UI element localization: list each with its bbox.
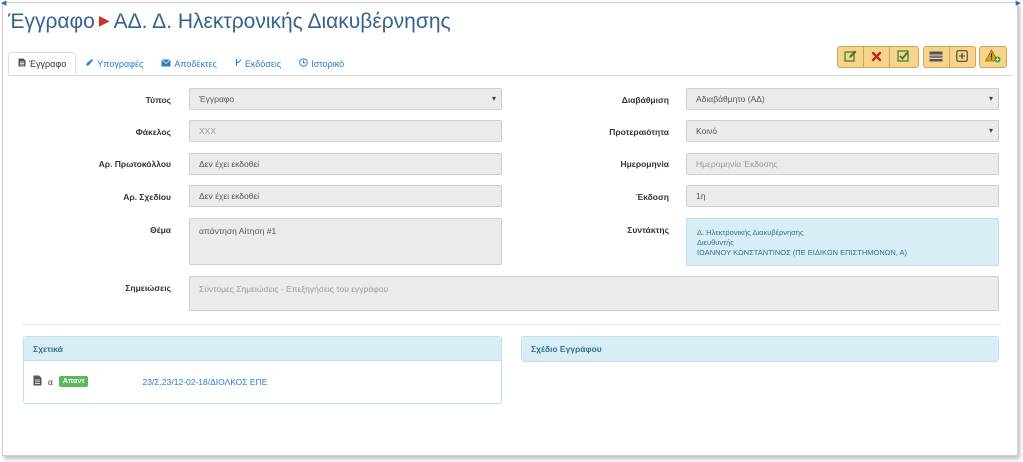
edit-button[interactable] [838,47,864,67]
delete-icon [871,51,882,64]
notes-placeholder: Σύντομες Σημειώσεις - Επεξηγήσεις του εγ… [199,284,389,294]
protocol-number-field[interactable]: Δεν έχει εκδοθεί [189,153,502,175]
section-divider [22,324,1001,325]
date-input[interactable]: Ημερομηνία Έκδοσης [686,153,999,175]
author-name: ΙΩΑΝΝΟΥ ΚΩΝΣΤΑΝΤΙΝΟΣ (ΠΕ ΕΙΔΙΚΩΝ ΕΠΙΣΤΗΜ… [697,248,908,257]
author-unit: Δ. Ηλεκτρονικής Διακυβέρνησης [697,228,804,237]
add-warning-button[interactable] [980,47,1006,67]
toolbar-group-warning [979,46,1007,68]
tab-label: Αποδέκτες [174,58,217,69]
version-value: 1η [696,191,706,201]
tab-signatures[interactable]: Υπογραφές [76,52,152,75]
tab-label: Ιστορικό [311,58,345,69]
draft-number-label: Αρ. Σχεδίου [123,192,171,202]
tab-bar: Έγγραφο Υπογραφές Αποδέκτες Εκδόσεις Ιστ… [8,52,353,75]
expand-button[interactable] [950,47,975,67]
tab-recipients[interactable]: Αποδέκτες [152,52,226,75]
delete-button[interactable] [864,47,890,67]
tab-history[interactable]: Ιστορικό [290,52,353,75]
author-box: Δ. Ηλεκτρονικής Διακυβέρνησης Διευθυντής… [686,218,999,266]
folder-input[interactable]: XXX [189,120,502,142]
type-select[interactable]: Έγγραφο [189,88,502,110]
file-icon [18,58,26,69]
caret-right-icon: ▶ [98,12,110,28]
draft-number-value: Δεν έχει εκδοθεί [199,191,260,201]
classification-label: Διαβάθμιση [621,95,669,105]
version-field[interactable]: 1η [686,185,999,207]
warning-add-icon [984,49,1001,65]
priority-label: Προτεραιότητα [609,127,669,137]
edit-icon [844,50,857,64]
related-panel-title: Σχετικά [24,337,501,361]
subject-textarea[interactable]: απάντηση Αίτηση #1 [189,218,502,265]
tab-label: Έγγραφο [29,58,67,69]
version-label: Έκδοση [635,192,669,202]
priority-select[interactable]: Κοινό [686,120,999,142]
pencil-icon [85,58,94,69]
draft-panel: Σχέδιο Εγγράφου [521,336,999,362]
approve-button[interactable] [890,47,916,67]
notes-label: Σημειώσεις [125,283,171,293]
tab-document[interactable]: Έγγραφο [8,52,77,75]
tab-label: Υπογραφές [97,58,144,69]
draft-number-field[interactable]: Δεν έχει εκδοθεί [189,185,502,207]
expand-icon [956,50,968,64]
resize-right-icon[interactable]: ▶ [1016,0,1021,8]
related-item: α Απαντ 23/Σ.23/12-02-18/ΔΙΟΛΚΟΣ ΕΠΕ [33,375,267,388]
approve-icon [896,50,910,64]
folder-placeholder: XXX [199,126,217,136]
draft-panel-title: Σχέδιο Εγγράφου [522,337,998,361]
author-label: Συντάκτης [627,225,669,235]
classification-select[interactable]: Αδιαβάθμητο (ΑΔ) [686,88,999,110]
clock-icon [299,58,308,69]
tab-label: Εκδόσεις [244,58,282,69]
subject-label: Θέμα [150,225,171,235]
resize-left-icon[interactable]: ◀ [1,0,6,8]
document-icon [33,375,42,388]
toolbar-group-actions [837,46,919,68]
tab-versions[interactable]: Εκδόσεις [226,52,290,75]
date-label: Ημερομηνία [620,159,669,169]
related-item-index: α [48,376,53,387]
page-title: Έγγραφο ▶ ΑΔ. Δ. Ηλεκτρονικής Διακυβέρνηση… [8,10,451,34]
date-placeholder: Ημερομηνία Έκδοσης [696,159,778,169]
author-role: Διευθυντής [697,238,734,247]
classification-value: Αδιαβάθμητο (ΑΔ) [696,94,765,104]
toolbar-group-view [923,46,976,68]
type-label: Τύπος [145,95,171,105]
protocol-number-label: Αρ. Πρωτοκόλλου [98,159,171,169]
status-badge: Απαντ [58,376,89,387]
priority-value: Κοινό [696,126,718,136]
type-value: Έγγραφο [199,94,235,104]
subject-value: απάντηση Αίτηση #1 [199,226,277,236]
list-icon [929,51,943,64]
protocol-number-value: Δεν έχει εκδοθεί [199,159,260,169]
branch-icon [235,58,242,69]
envelope-icon [161,58,172,69]
related-item-link[interactable]: 23/Σ.23/12-02-18/ΔΙΟΛΚΟΣ ΕΠΕ [142,377,267,387]
related-panel: Σχετικά α Απαντ 23/Σ.23/12-02-18/ΔΙΟΛΚΟΣ… [23,336,502,404]
notes-textarea[interactable]: Σύντομες Σημειώσεις - Επεξηγήσεις του εγ… [189,276,999,311]
page-title-main: Έγγραφο [8,10,95,33]
list-view-button[interactable] [924,47,950,67]
folder-label: Φάκελος [135,127,171,137]
page-title-sub: ΑΔ. Δ. Ηλεκτρονικής Διακυβέρνησης [113,10,451,33]
